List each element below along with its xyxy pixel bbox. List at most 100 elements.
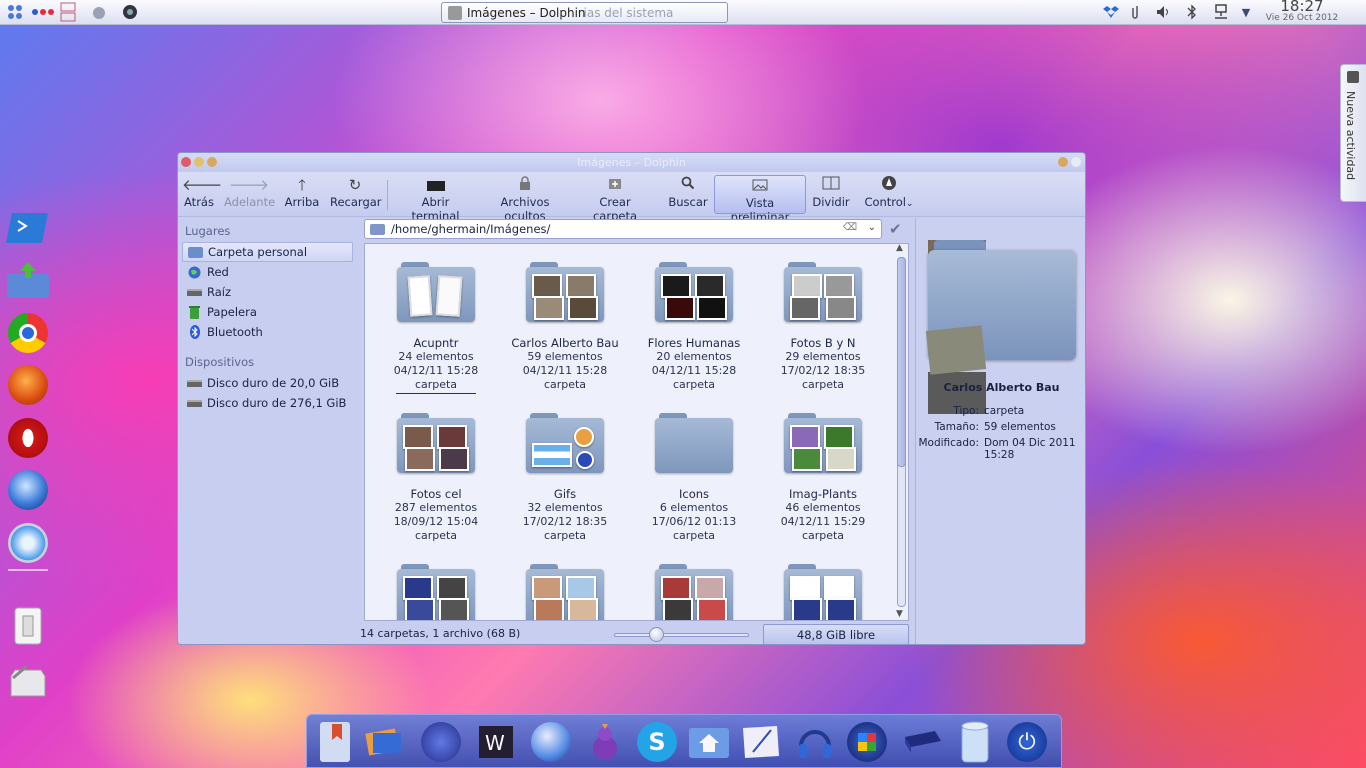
free-space-indicator[interactable]: 48,8 GiB libre — [763, 624, 909, 644]
network-icon[interactable] — [1212, 3, 1230, 21]
scroll-thumb[interactable] — [897, 257, 906, 467]
place-trash-label: Papelera — [207, 305, 257, 319]
chrome-launcher[interactable] — [4, 310, 52, 356]
folder-item[interactable] — [764, 564, 882, 620]
device-disk-1[interactable]: Disco duro de 20,0 GiB — [182, 373, 353, 393]
thunderbird-launcher[interactable] — [4, 467, 52, 513]
dock-paint[interactable] — [419, 719, 463, 765]
scroll-down-icon[interactable]: ▼ — [896, 609, 903, 619]
folder-date: 18/09/12 15:04 — [393, 515, 479, 528]
close-icon[interactable] — [181, 157, 191, 167]
hidden-files-button[interactable]: Archivos ocultos — [483, 175, 567, 223]
dock-trash[interactable] — [953, 719, 997, 765]
dock-photos[interactable] — [363, 719, 407, 765]
toolbar: 🡐 Atrás 🡒 Adelante 🡑 Arriba ↻ Recargar Abrir… — [178, 172, 1085, 224]
scroll-up-icon[interactable]: ▲ — [896, 243, 903, 253]
dock-home[interactable] — [687, 719, 731, 765]
dock-disk[interactable] — [899, 719, 943, 765]
svg-text:W: W — [485, 731, 505, 755]
new-folder-button[interactable]: Crear carpeta — [578, 175, 652, 223]
folder-item[interactable]: Fotos cel 287 elementos 18/09/12 15:04 c… — [377, 413, 495, 543]
open-terminal-button[interactable]: Abrir terminal — [398, 175, 473, 223]
up-button[interactable]: 🡑 Arriba — [284, 175, 320, 214]
zoom-slider-handle[interactable] — [649, 627, 664, 642]
kde-apple-icon[interactable] — [89, 3, 109, 21]
place-bluetooth[interactable]: Bluetooth — [182, 322, 353, 342]
new-activity-tab[interactable]: Nueva actividad — [1340, 64, 1366, 202]
folder-item[interactable]: Gifs 32 elementos 17/02/12 18:35 carpeta — [506, 413, 624, 543]
folder-date: 04/12/11 15:28 — [651, 364, 737, 377]
media-icon[interactable] — [120, 3, 140, 21]
split-button[interactable]: Dividir — [812, 175, 850, 214]
folder-item[interactable] — [377, 564, 495, 620]
dock-windows[interactable] — [845, 719, 889, 765]
folder-count: 6 elementos — [659, 501, 729, 514]
zoom-slider[interactable] — [614, 633, 749, 637]
app-menu-icon[interactable] — [4, 3, 26, 21]
search-button[interactable]: Buscar — [668, 175, 708, 214]
storage-launcher[interactable] — [4, 657, 52, 703]
file-manager-launcher[interactable] — [4, 257, 52, 303]
clock[interactable]: 18:27 Vie 26 Oct 2012 — [1262, 0, 1342, 25]
apply-location-icon[interactable]: ✔ — [889, 220, 902, 238]
control-button[interactable]: Control⌄ — [864, 175, 914, 214]
dropbox-icon[interactable] — [1102, 3, 1120, 21]
dock-notes[interactable] — [739, 719, 783, 765]
preview-button[interactable]: Vista preliminar — [714, 175, 806, 224]
folder-item[interactable]: Acupntr 24 elementos 04/12/11 15:28 carp… — [377, 262, 495, 394]
folder-item[interactable] — [506, 564, 624, 620]
dock-pidgin[interactable] — [583, 719, 627, 765]
place-home[interactable]: Carpeta personal — [182, 242, 353, 262]
volume-icon[interactable] — [1155, 3, 1173, 21]
folder-item[interactable]: Carlos Alberto Bau 59 elementos 04/12/11… — [506, 262, 624, 392]
vertical-scrollbar[interactable]: ▲ ▼ — [894, 243, 909, 621]
taskbar-dolphin-button[interactable]: Imágenes – Dolphin ias del sistema — [441, 2, 728, 23]
place-trash[interactable]: Papelera — [182, 302, 353, 322]
folder-item[interactable]: Flores Humanas 20 elementos 04/12/11 15:… — [635, 262, 753, 392]
home-folder-icon — [188, 246, 203, 259]
place-network[interactable]: Red — [182, 262, 353, 282]
reload-button[interactable]: ↻ Recargar — [330, 175, 382, 214]
firefox-launcher[interactable] — [4, 362, 52, 408]
maximize-icon[interactable] — [207, 157, 217, 167]
folder-date: 04/12/11 15:29 — [780, 515, 866, 528]
task-title: Imágenes – Dolphin — [467, 5, 586, 20]
window-titlebar[interactable]: Imágenes – Dolphin — [178, 153, 1085, 172]
folder-count: 46 elementos — [785, 501, 861, 514]
terminal-launcher[interactable] — [4, 205, 52, 251]
switch-launcher[interactable] — [4, 603, 52, 649]
dock-bookmark[interactable] — [313, 719, 357, 765]
pager-icon[interactable] — [58, 2, 78, 22]
dock-browser[interactable] — [529, 719, 573, 765]
folder-item[interactable]: Icons 6 elementos 17/06/12 01:13 carpeta — [635, 413, 753, 543]
forward-button[interactable]: 🡒 Adelante — [224, 175, 275, 214]
location-dropdown-icon[interactable]: ⌄ — [868, 222, 876, 233]
dock-skype[interactable]: S — [635, 719, 679, 765]
opera-launcher[interactable] — [4, 415, 52, 461]
place-bluetooth-label: Bluetooth — [207, 325, 263, 339]
clipboard-icon[interactable] — [1130, 3, 1144, 21]
panel-expand-icon[interactable]: ▼ — [1239, 3, 1253, 21]
activities-dots-icon[interactable] — [30, 3, 56, 21]
dock-music[interactable] — [793, 719, 837, 765]
bluetooth-panel-icon[interactable] — [1185, 3, 1199, 21]
dock-shutdown[interactable]: ⏻ — [1005, 719, 1049, 765]
folder-preview-icon — [655, 262, 733, 322]
folder-item[interactable]: Fotos B y N 29 elementos 17/02/12 18:35 … — [764, 262, 882, 392]
back-button[interactable]: 🡐 Atrás — [182, 175, 222, 214]
folder-item[interactable]: Imag-Plants 46 elementos 04/12/11 15:29 … — [764, 413, 882, 543]
minimize-icon[interactable] — [194, 157, 204, 167]
info-type-label: Tipo: — [953, 405, 979, 417]
clear-location-icon[interactable]: ⌫ — [843, 222, 857, 233]
location-bar[interactable]: /home/ghermain/Imágenes/ ⌫ ⌄ — [364, 219, 882, 239]
trash-icon — [187, 305, 202, 319]
dock-writer[interactable]: W — [475, 719, 519, 765]
window-menu-icon[interactable] — [1071, 157, 1081, 167]
keep-above-icon[interactable] — [1058, 157, 1068, 167]
dolphin-window: Imágenes – Dolphin 🡐 Atrás 🡒 Adelante 🡑 Arr… — [177, 152, 1086, 645]
icon-view[interactable]: Acupntr 24 elementos 04/12/11 15:28 carp… — [364, 243, 909, 621]
device-disk-2[interactable]: Disco duro de 276,1 GiB — [182, 393, 353, 413]
window-buttons — [181, 157, 217, 167]
place-root[interactable]: Raíz — [182, 282, 353, 302]
folder-item[interactable] — [635, 564, 753, 620]
